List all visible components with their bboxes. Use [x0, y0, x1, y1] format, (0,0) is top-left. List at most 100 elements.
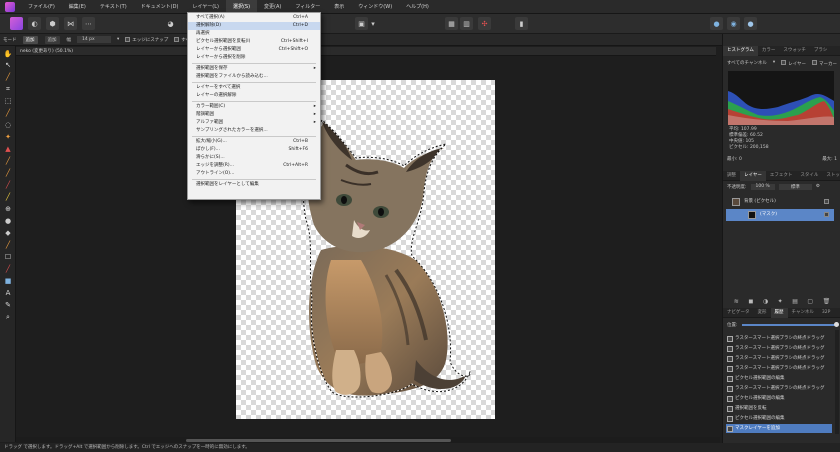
photo-persona-icon[interactable] [10, 17, 23, 30]
panel-tab[interactable]: ヒストグラム [723, 45, 758, 56]
layer-row[interactable]: (マスク) [726, 209, 834, 221]
layer-checkbox[interactable]: レイヤー [781, 60, 806, 67]
min-value[interactable]: 最小: 0 [727, 156, 742, 162]
panel-tab[interactable]: チャンネル [788, 308, 818, 318]
tone-map-persona-icon[interactable]: ⋈ [64, 17, 77, 30]
chevron-down-icon[interactable]: ▾ [773, 60, 775, 67]
export-persona-icon[interactable]: ⋯ [82, 17, 95, 30]
flood-select-icon[interactable]: ✦ [3, 132, 13, 142]
select-menu-item[interactable]: ピクセル選択範囲を反転(I) Ctrl+Shift+I [188, 38, 320, 46]
panel-tab[interactable]: レイヤー [740, 170, 766, 181]
group-icon[interactable]: ▤ [792, 298, 798, 305]
snapping-icon[interactable]: ✣ [478, 17, 491, 30]
panel-tab[interactable]: 32P [818, 308, 834, 318]
select-menu-item[interactable]: 選択解除(D) Ctrl+D [188, 22, 320, 30]
marquee-tool-icon[interactable]: ⬚ [3, 96, 13, 106]
layer-stack-icon[interactable]: ≋ [734, 298, 739, 305]
menu-item[interactable]: テキスト(T) [93, 0, 134, 14]
history-item[interactable]: ピクセル選択範囲の編集 [726, 414, 832, 423]
snap-checkbox[interactable]: エッジにスナップ [125, 37, 168, 43]
clone-brush-icon[interactable]: ⊕ [3, 204, 13, 214]
opacity-input[interactable]: 100 % [750, 184, 775, 190]
history-item[interactable]: ピクセル選択範囲の編集 [726, 374, 832, 383]
select-menu-item[interactable]: ぼかし(F)... Shift+F6 [188, 146, 320, 154]
paint-tool-icon[interactable]: ╱ [3, 72, 13, 82]
select-menu-item[interactable]: 滑らかに(S)... [188, 154, 320, 162]
select-menu-item[interactable]: 再選択 [188, 30, 320, 38]
panel-tab[interactable]: カラー [758, 46, 780, 56]
select-menu-item[interactable]: 選択範囲をファイルから読み込む... [188, 73, 320, 81]
history-item[interactable]: ラスタースマート選択ブラシの終点ドラッグ [726, 384, 832, 393]
history-scrollbar[interactable] [835, 330, 839, 434]
zoom-tool-icon[interactable]: ⌕ [3, 312, 13, 322]
panel-tab[interactable]: ストック [822, 171, 840, 181]
select-menu-item[interactable]: サンプリングされたカラーを選択... [188, 127, 320, 135]
mode-value[interactable]: 追加 [44, 35, 61, 44]
menu-item[interactable]: 表示 [327, 0, 351, 14]
select-menu-item[interactable]: 拡大/縮小(G)... Ctrl+B [188, 138, 320, 146]
crop-tool-icon[interactable]: ⌗ [3, 84, 13, 94]
marker-checkbox[interactable]: マーカー [811, 60, 837, 67]
select-menu-item[interactable]: レイヤーをすべて選択 [188, 84, 320, 92]
panel-tab[interactable]: 変形 [754, 308, 771, 318]
scrollbar-thumb[interactable] [186, 438, 451, 442]
liquify-persona-icon[interactable]: ◐ [28, 17, 41, 30]
panel-tab[interactable]: スウォッチ [779, 46, 810, 56]
dodge-brush-icon[interactable]: ╱ [3, 192, 13, 202]
selection-grid-icon[interactable]: ▥ [460, 17, 473, 30]
pixel-tool-icon[interactable]: ╱ [3, 168, 13, 178]
layer-visibility-checkbox[interactable] [824, 199, 829, 204]
red-eye-tool-icon[interactable]: ╱ [3, 240, 13, 250]
document-tab[interactable]: neko (変更あり) (50.1%) [16, 47, 716, 56]
text-tool-icon[interactable]: A [3, 288, 13, 298]
patch-tool-icon[interactable]: ☐ [3, 252, 13, 262]
delete-layer-icon[interactable]: 🗑 [823, 298, 831, 305]
smudge-brush-icon[interactable]: ◆ [3, 228, 13, 238]
select-menu-item[interactable]: すべて選択(A) Ctrl+A [188, 14, 320, 22]
develop-persona-icon[interactable]: ⬢ [46, 17, 59, 30]
hand-tool-icon[interactable]: ✋ [3, 49, 13, 59]
add-layer-icon[interactable]: ▢ [807, 298, 813, 305]
width-input[interactable]: 14 px [77, 36, 111, 43]
channel-select[interactable]: すべてのチャンネル [727, 60, 767, 67]
menu-item[interactable]: 編集(E) [62, 0, 93, 14]
freehand-selection-icon[interactable]: ◌ [3, 120, 13, 130]
quick-mask-icon[interactable]: ▦ [445, 17, 458, 30]
mode-add-segment[interactable]: 追加 [22, 35, 39, 44]
fill-tool-icon[interactable]: ▲ [3, 144, 13, 154]
rectangle-tool-icon[interactable]: ■ [3, 276, 13, 286]
select-menu-item[interactable]: 階調範囲 ▸ [188, 111, 320, 119]
user-icon[interactable]: ● [744, 17, 757, 30]
menu-item[interactable]: ウィンドウ(W) [351, 0, 399, 14]
chevron-down-icon[interactable]: ▾ [370, 17, 376, 30]
panel-tab[interactable]: ナビゲータ [723, 308, 754, 318]
brush-icon[interactable]: ▮ [515, 17, 528, 30]
history-item[interactable]: 選択範囲を反転 [726, 404, 832, 413]
fx-icon[interactable]: ✦ [778, 298, 783, 305]
inpainting-brush-icon[interactable]: ╱ [3, 264, 13, 274]
layer-visibility-checkbox[interactable] [824, 212, 829, 217]
paint-brush-icon[interactable]: ╱ [3, 156, 13, 166]
menu-item[interactable]: ヘルプ(H) [399, 0, 436, 14]
menu-item[interactable]: ファイル(F) [21, 0, 62, 14]
history-item[interactable]: ラスタースマート選択ブラシの終点ドラッグ [726, 354, 832, 363]
assistant-icon[interactable]: ● [710, 17, 723, 30]
history-item[interactable]: ラスタースマート選択ブラシの終点ドラッグ [726, 364, 832, 373]
blur-brush-icon[interactable]: ● [3, 216, 13, 226]
align-icon[interactable]: ▣ [355, 17, 368, 30]
layer-row[interactable]: 背景 (ピクセル) [726, 196, 834, 208]
blend-mode-select[interactable]: 標準 [778, 184, 812, 190]
select-menu-item[interactable]: エッジを調整(R)... Ctrl+Alt+R [188, 162, 320, 170]
history-item[interactable]: ピクセル選択範囲の編集 [726, 394, 832, 403]
color-wheel-icon[interactable]: ◕ [164, 17, 177, 30]
select-menu-item[interactable]: カラー範囲(C) ▸ [188, 103, 320, 111]
history-item[interactable]: ラスタースマート選択ブラシの終点ドラッグ [726, 334, 832, 343]
arrange-icon[interactable]: ◉ [727, 17, 740, 30]
panel-tab[interactable]: 調整 [723, 171, 740, 181]
history-item[interactable]: マスクレイヤーを追加 [726, 424, 832, 433]
selection-brush-icon[interactable]: ╱ [3, 108, 13, 118]
select-menu-item[interactable]: 選択範囲をレイヤーとして編集 [188, 181, 320, 189]
panel-tab[interactable]: 履歴 [770, 307, 788, 318]
max-value[interactable]: 最大: 1 [822, 156, 837, 162]
select-menu-item[interactable]: レイヤーの選択解除 [188, 92, 320, 100]
